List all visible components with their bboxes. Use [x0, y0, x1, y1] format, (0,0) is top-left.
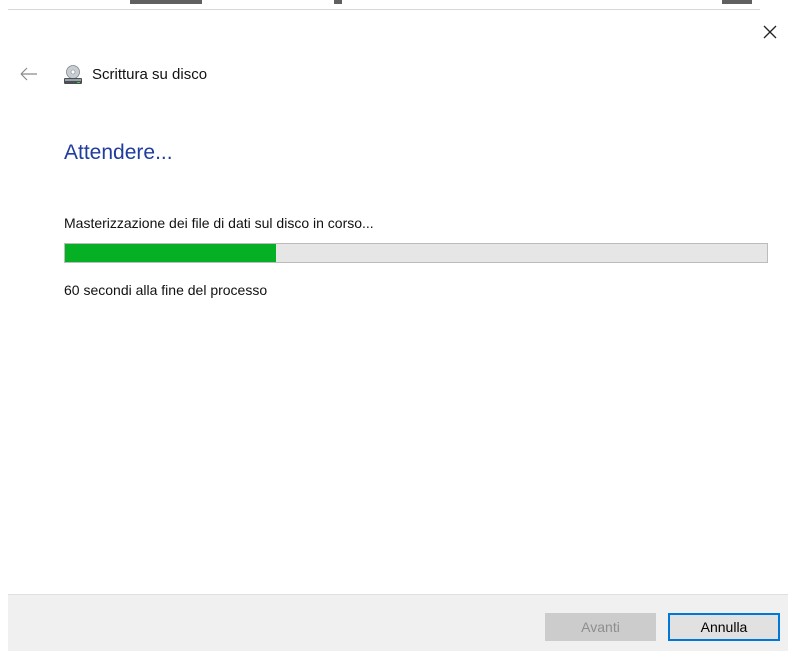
close-button[interactable]: [758, 20, 782, 44]
footer-bar: Avanti Annulla: [8, 594, 788, 651]
page-heading: Attendere...: [64, 141, 173, 164]
progress-bar: [64, 243, 768, 263]
progress-bar-fill: [65, 244, 276, 262]
back-button[interactable]: [18, 64, 40, 84]
burn-disc-wizard: Scrittura su disco Attendere... Masteriz…: [0, 0, 788, 651]
truncated-text-fragment: [130, 0, 202, 4]
background-window-fragment: [0, 0, 788, 12]
next-button[interactable]: Avanti: [545, 613, 656, 641]
status-message: Masterizzazione dei file di dati sul dis…: [64, 215, 374, 231]
disc-drive-icon: [62, 64, 84, 86]
truncated-text-fragment: [722, 0, 752, 4]
wizard-title: Scrittura su disco: [92, 66, 208, 83]
divider: [8, 9, 760, 10]
back-arrow-icon: [20, 67, 37, 81]
truncated-text-fragment: [334, 0, 342, 4]
time-remaining: 60 secondi alla fine del processo: [64, 282, 268, 298]
close-icon: [763, 25, 777, 39]
cancel-button[interactable]: Annulla: [668, 613, 780, 641]
